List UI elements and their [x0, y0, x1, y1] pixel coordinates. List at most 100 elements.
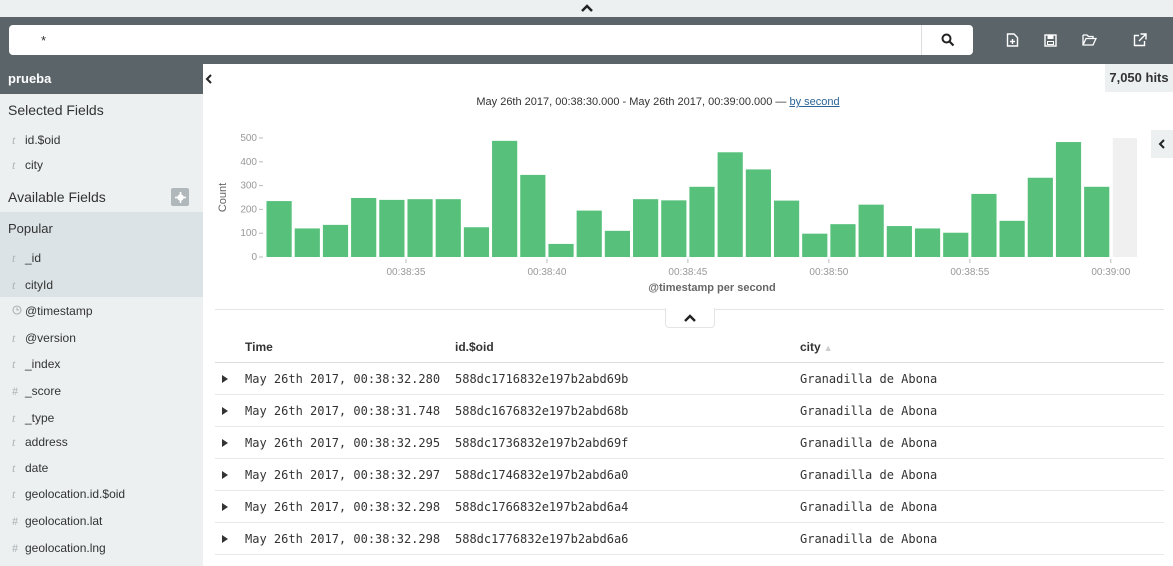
histogram-bar [745, 169, 771, 257]
histogram-bar [266, 201, 292, 257]
table-row[interactable]: May 26th 2017, 00:38:32.298 588dc1776832e… [215, 522, 1164, 555]
caret-right-icon[interactable] [222, 534, 228, 543]
documents-table: Time id.$oid city ▲ May 26th 2017, 00:38:… [215, 332, 1164, 555]
city-cell: Granadilla de Abona [800, 458, 1164, 491]
field-cityid[interactable]: t cityId [12, 275, 53, 295]
caret-right-icon[interactable] [222, 502, 228, 511]
clock-icon [12, 304, 25, 319]
collapse-chart-button[interactable] [1151, 130, 1173, 158]
string-type-icon: t [12, 356, 16, 371]
field-score[interactable]: # _score [12, 381, 61, 401]
column-header-time[interactable]: Time [245, 332, 455, 363]
id-oid-cell: 588dc1746832e197b2abd6a0 [455, 458, 800, 491]
histogram-bar [773, 200, 800, 257]
histogram-bar [717, 152, 743, 257]
x-tick-label: 00:38:35 [386, 267, 425, 278]
histogram-bar [520, 174, 546, 257]
index-pattern-title[interactable]: prueba [0, 64, 203, 94]
field-geolocation-lng[interactable]: # geolocation.lng [12, 538, 106, 558]
string-type-icon: t [12, 132, 16, 147]
y-tick-label: 100 [240, 228, 257, 239]
y-tick-label: 200 [240, 204, 257, 215]
row-expand-cell[interactable] [215, 458, 245, 491]
table-row[interactable]: May 26th 2017, 00:38:32.280 588dc1716832e… [215, 362, 1164, 395]
histogram-bar [379, 199, 405, 257]
histogram-bar [633, 199, 659, 257]
city-cell: Granadilla de Abona [800, 522, 1164, 555]
save-search-button[interactable] [1041, 31, 1059, 49]
interval-link[interactable]: by second [789, 96, 839, 108]
histogram-bar [407, 199, 433, 257]
row-expand-cell[interactable] [215, 362, 245, 395]
string-type-icon: t [12, 486, 16, 501]
table-row[interactable]: May 26th 2017, 00:38:32.298 588dc1766832e… [215, 490, 1164, 523]
histogram-chart: 0 100 200 300 400 500 Count 00:38:35 00:38:40 00:… [215, 124, 1145, 307]
row-expand-cell[interactable] [215, 426, 245, 459]
table-header-row: Time id.$oid city ▲ [215, 332, 1164, 363]
row-expand-cell[interactable] [215, 490, 245, 523]
field-settings-button[interactable] [171, 188, 189, 206]
string-type-icon: t [12, 434, 16, 449]
histogram-bar [548, 243, 574, 257]
histogram-bar [1027, 177, 1053, 257]
search-button[interactable] [921, 25, 973, 55]
field-sidebar: prueba Selected Fields t id.$oid t city Av… [0, 64, 203, 566]
out-of-range-area [1112, 138, 1137, 257]
table-row[interactable]: May 26th 2017, 00:38:32.297 588dc1746832e… [215, 458, 1164, 491]
string-type-icon: t [12, 250, 16, 265]
chevron-up-icon[interactable] [579, 1, 595, 15]
time-range-text: May 26th 2017, 00:38:30.000 - May 26th 2… [476, 96, 790, 108]
field-address[interactable]: t address [12, 432, 68, 452]
chevron-up-icon [684, 313, 696, 322]
caret-right-icon[interactable] [222, 374, 228, 383]
selected-fields-title: Selected Fields [8, 102, 104, 118]
available-fields-title: Available Fields [8, 189, 106, 205]
id-oid-cell: 588dc1676832e197b2abd68b [455, 394, 800, 427]
new-search-button[interactable] [1003, 31, 1021, 49]
field-date[interactable]: t date [12, 458, 48, 478]
column-header-id-oid[interactable]: id.$oid [455, 332, 800, 363]
caret-right-icon[interactable] [222, 470, 228, 479]
field-geolocation-lat[interactable]: # geolocation.lat [12, 511, 102, 531]
field-label: id.$oid [25, 133, 61, 147]
top-collapse-strip[interactable] [0, 0, 1173, 17]
field-city[interactable]: t city [12, 155, 43, 175]
histogram-bar [943, 232, 969, 257]
caret-right-icon[interactable] [222, 406, 228, 415]
row-expand-cell[interactable] [215, 394, 245, 427]
collapse-sidebar-button[interactable] [203, 64, 215, 94]
share-search-button[interactable] [1131, 31, 1149, 49]
caret-right-icon[interactable] [222, 438, 228, 447]
field-type[interactable]: t _type [12, 408, 54, 428]
field-label: geolocation.lng [25, 541, 106, 555]
x-tick-label: 00:38:55 [950, 267, 989, 278]
collapse-visualization-button[interactable] [665, 308, 715, 328]
histogram-bar [858, 204, 884, 257]
open-search-button[interactable] [1080, 31, 1098, 49]
table-row[interactable]: May 26th 2017, 00:38:31.748 588dc1676832e… [215, 394, 1164, 427]
column-header-city[interactable]: city ▲ [800, 332, 1164, 363]
search-icon [941, 33, 954, 47]
table-row[interactable]: May 26th 2017, 00:38:32.295 588dc1736832e… [215, 426, 1164, 459]
field-index[interactable]: t _index [12, 354, 60, 374]
field-label: geolocation.id.$oid [25, 487, 126, 501]
field-timestamp[interactable]: @timestamp [12, 301, 93, 321]
x-tick-label: 00:38:45 [668, 267, 707, 278]
hits-count: 7,050 hits [1105, 64, 1173, 92]
sort-up-icon[interactable]: ▲ [824, 343, 833, 353]
field-label: _index [25, 357, 61, 371]
histogram-bar [492, 140, 518, 257]
histogram-bar [999, 220, 1025, 257]
popular-title: Popular [8, 221, 53, 236]
time-cell: May 26th 2017, 00:38:32.297 [245, 458, 455, 491]
city-cell: Granadilla de Abona [800, 490, 1164, 523]
field-id-oid[interactable]: t id.$oid [12, 130, 60, 150]
row-expand-cell[interactable] [215, 522, 245, 555]
new-document-icon [1006, 33, 1018, 47]
field-geolocation-id-oid[interactable]: t geolocation.id.$oid [12, 484, 125, 504]
search-input[interactable] [9, 25, 921, 55]
id-oid-cell: 588dc1766832e197b2abd6a4 [455, 490, 800, 523]
field-version[interactable]: t @version [12, 328, 76, 348]
chevron-left-icon [1158, 139, 1165, 149]
field-id[interactable]: t _id [12, 248, 41, 268]
